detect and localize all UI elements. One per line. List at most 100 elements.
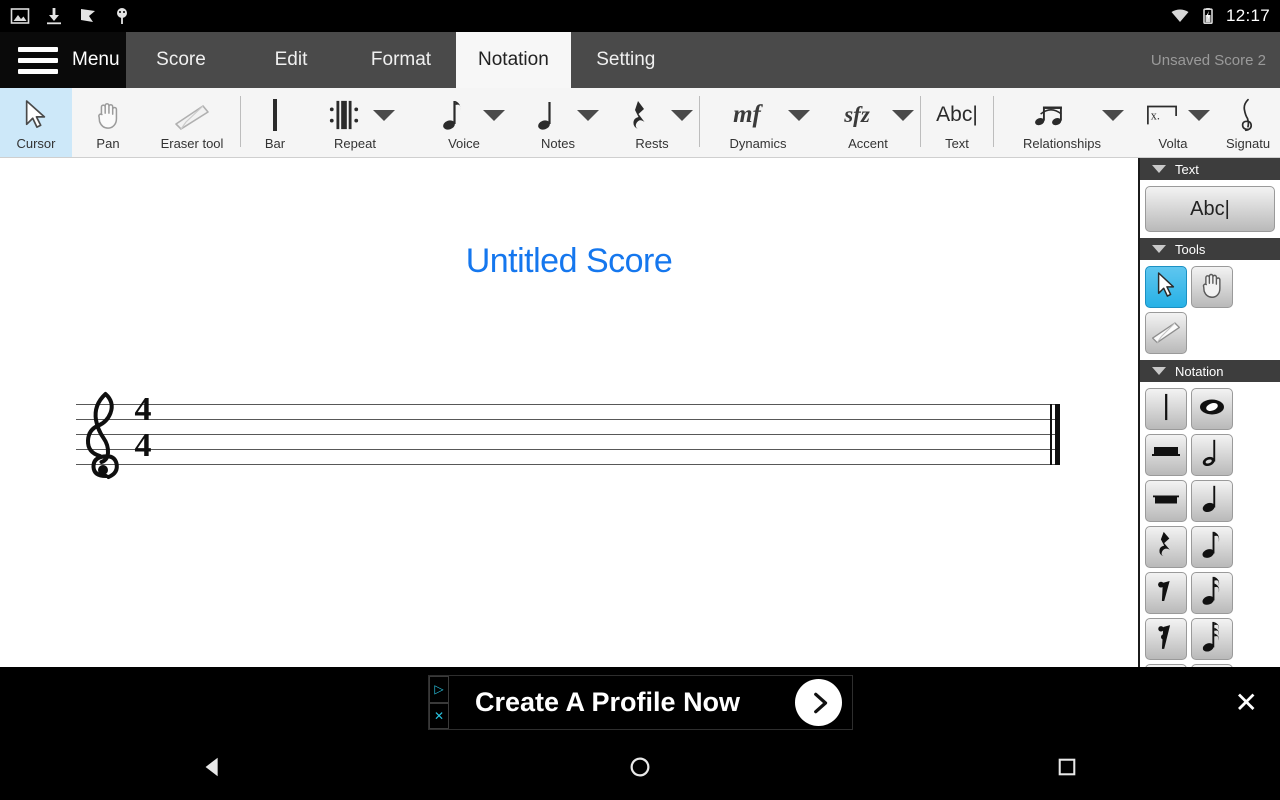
toolbar-item-notes[interactable]: Notes bbox=[511, 88, 605, 157]
volta-dropdown-caret[interactable] bbox=[1188, 110, 1210, 121]
toolbar-item-voice-label: Voice bbox=[448, 136, 480, 151]
eighth-note-icon bbox=[1201, 529, 1223, 566]
ad-badges: ▷ ✕ bbox=[429, 676, 449, 729]
time-signature[interactable]: 4 4 bbox=[128, 392, 158, 464]
toolbar-item-volta[interactable]: x. Volta bbox=[1130, 88, 1216, 157]
dynamics-dropdown-caret[interactable] bbox=[788, 110, 810, 121]
tab-edit[interactable]: Edit bbox=[236, 32, 346, 88]
sixteenth-note-icon bbox=[1201, 575, 1223, 612]
cursor-arrow-icon bbox=[1154, 271, 1178, 304]
toolbar-item-text-label: Text bbox=[945, 136, 969, 151]
half-rest-button[interactable] bbox=[1145, 480, 1187, 522]
hand-pan-icon bbox=[1198, 270, 1226, 305]
eighth-rest-icon bbox=[1156, 577, 1176, 610]
sixteenth-note-button[interactable] bbox=[1191, 572, 1233, 614]
ad-close-button[interactable]: ✕ bbox=[1235, 688, 1258, 717]
flag-check-icon bbox=[78, 6, 98, 26]
tab-format[interactable]: Format bbox=[346, 32, 456, 88]
menu-button[interactable]: Menu bbox=[0, 32, 126, 88]
eighth-rest-button[interactable] bbox=[1145, 572, 1187, 614]
chevron-down-icon bbox=[1152, 245, 1166, 253]
tab-notation[interactable]: Notation bbox=[456, 32, 571, 88]
toolbar-item-repeat[interactable]: Repeat bbox=[309, 88, 401, 157]
score-canvas[interactable]: Untitled Score 4 4 bbox=[0, 158, 1138, 667]
ad-headline: Create A Profile Now bbox=[475, 687, 741, 717]
half-note-button[interactable] bbox=[1191, 434, 1233, 476]
image-icon bbox=[10, 6, 30, 26]
cursor-tool-button[interactable] bbox=[1145, 266, 1187, 308]
toolbar-item-relationships-label: Relationships bbox=[1022, 136, 1102, 151]
battery-charging-icon bbox=[1198, 6, 1218, 26]
voice-dropdown-caret[interactable] bbox=[483, 110, 505, 121]
adchoices-triangle-icon[interactable]: ▷ bbox=[429, 676, 449, 703]
accent-dropdown-caret[interactable] bbox=[892, 110, 914, 121]
score-title[interactable]: Untitled Score bbox=[0, 242, 1138, 281]
toolbar-item-eraser[interactable]: Eraser tool bbox=[144, 88, 240, 157]
eighth-note-button[interactable] bbox=[1191, 526, 1233, 568]
eraser-icon bbox=[172, 96, 212, 134]
notes-dropdown-caret[interactable] bbox=[577, 110, 599, 121]
eraser-icon bbox=[1150, 318, 1182, 349]
toolbar-item-eraser-label: Eraser tool bbox=[160, 136, 224, 151]
repeat-dropdown-caret[interactable] bbox=[373, 110, 395, 121]
toolbar-item-relationships[interactable]: Relationships bbox=[994, 88, 1130, 157]
toolbar-item-notes-label: Notes bbox=[541, 136, 575, 151]
eraser-tool-button[interactable] bbox=[1145, 312, 1187, 354]
android-status-bar: 12:17 bbox=[0, 0, 1280, 32]
toolbar-item-accent-label: Accent bbox=[848, 136, 888, 151]
thirtysecond-note-button[interactable] bbox=[1191, 618, 1233, 660]
main-menu-bar: Menu Score Edit Format Notation Setting … bbox=[0, 32, 1280, 88]
relationships-dropdown-caret[interactable] bbox=[1102, 110, 1124, 121]
toolbar-item-text[interactable]: Abc| Text bbox=[921, 88, 993, 157]
quarter-rest-icon bbox=[1158, 530, 1175, 565]
nav-home-button[interactable] bbox=[580, 738, 700, 800]
toolbar-item-pan-label: Pan bbox=[96, 136, 120, 151]
barline-icon bbox=[270, 96, 280, 134]
time-signature-numerator: 4 bbox=[134, 391, 152, 428]
rests-dropdown-caret[interactable] bbox=[671, 110, 693, 121]
palette-section-tools-header[interactable]: Tools bbox=[1140, 238, 1280, 260]
toolbar-item-dynamics-label: Dynamics bbox=[729, 136, 787, 151]
toolbar-item-cursor-label: Cursor bbox=[16, 136, 56, 151]
final-double-barline[interactable] bbox=[1050, 404, 1060, 465]
toolbar-item-signature[interactable]: Signatu bbox=[1216, 88, 1280, 157]
sixteenth-rest-button[interactable] bbox=[1145, 618, 1187, 660]
palette-section-text-header[interactable]: Text bbox=[1140, 158, 1280, 180]
chevron-down-icon bbox=[1152, 367, 1166, 375]
close-x-icon[interactable]: ✕ bbox=[429, 702, 449, 729]
chevron-right-circle-icon[interactable] bbox=[795, 679, 842, 726]
status-clock: 12:17 bbox=[1225, 6, 1270, 25]
barline-button[interactable] bbox=[1145, 388, 1187, 430]
tab-setting[interactable]: Setting bbox=[571, 32, 681, 88]
toolbar-item-cursor[interactable]: Cursor bbox=[0, 88, 72, 157]
android-robot-icon bbox=[112, 6, 132, 26]
toolbar-item-dynamics[interactable]: mf Dynamics bbox=[700, 88, 816, 157]
android-nav-bar bbox=[0, 738, 1280, 800]
thirtysecond-note-icon bbox=[1201, 621, 1223, 658]
text-abc-button[interactable]: Abc| bbox=[1145, 186, 1275, 232]
download-icon bbox=[44, 6, 64, 26]
palette-section-notation-body bbox=[1140, 382, 1280, 667]
toolbar-item-voice[interactable]: Voice bbox=[417, 88, 511, 157]
nav-recents-button[interactable] bbox=[1007, 738, 1127, 800]
barline-icon bbox=[1161, 393, 1171, 426]
nav-back-button[interactable] bbox=[153, 738, 273, 800]
whole-note-button[interactable] bbox=[1191, 388, 1233, 430]
quarter-rest-button[interactable] bbox=[1145, 526, 1187, 568]
pan-tool-button[interactable] bbox=[1191, 266, 1233, 308]
mezzo-forte-icon: mf bbox=[733, 101, 761, 128]
quarter-note-button[interactable] bbox=[1191, 480, 1233, 522]
whole-note-icon bbox=[1197, 397, 1227, 422]
toolbar-item-pan[interactable]: Pan bbox=[72, 88, 144, 157]
quarter-rest-icon bbox=[632, 96, 672, 134]
ad-content[interactable]: ▷ ✕ Create A Profile Now bbox=[428, 675, 853, 730]
chevron-down-icon bbox=[1152, 165, 1166, 173]
toolbar-item-accent[interactable]: sfz Accent bbox=[816, 88, 920, 157]
tab-score[interactable]: Score bbox=[126, 32, 236, 88]
score-system[interactable]: 4 4 bbox=[76, 392, 1060, 479]
whole-rest-button[interactable] bbox=[1145, 434, 1187, 476]
hand-pan-icon bbox=[93, 96, 123, 134]
palette-section-notation-header[interactable]: Notation bbox=[1140, 360, 1280, 382]
toolbar-item-rests[interactable]: Rests bbox=[605, 88, 699, 157]
toolbar-item-bar[interactable]: Bar bbox=[241, 88, 309, 157]
